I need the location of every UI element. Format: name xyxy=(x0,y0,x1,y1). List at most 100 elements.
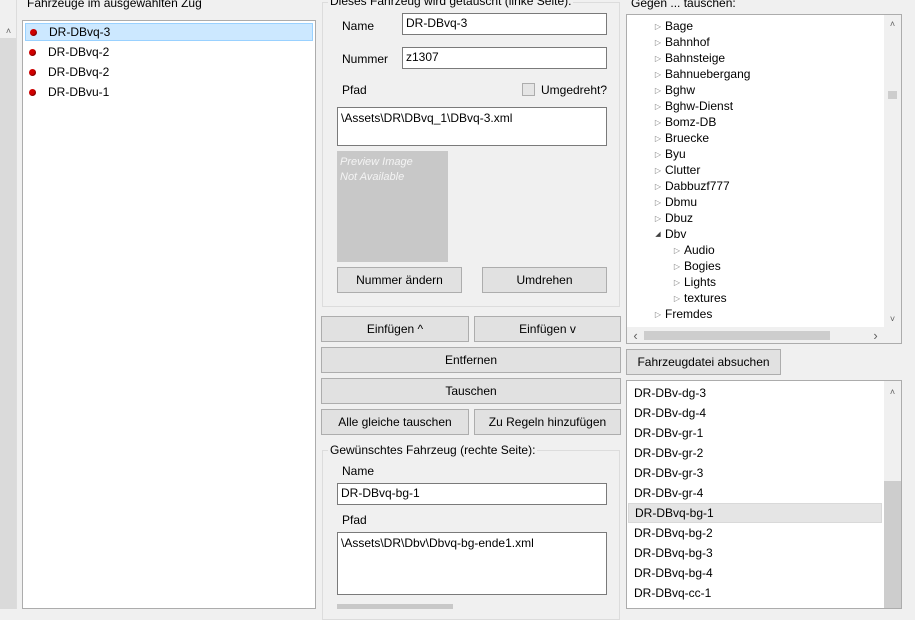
tree-node[interactable]: ▷ Bomz-DB xyxy=(653,114,716,130)
left-edge-scrollbar[interactable]: ˄ xyxy=(0,0,17,609)
tree-node[interactable]: ▷ Clutter xyxy=(653,162,700,178)
search-vehicle-file-button[interactable]: Fahrzeugdatei absuchen xyxy=(626,349,781,375)
status-dot-icon xyxy=(29,88,36,96)
tree-collapsed-icon[interactable]: ▷ xyxy=(672,262,682,271)
tree-node[interactable]: ▷ Dbmu xyxy=(653,194,697,210)
folder-tree[interactable]: ▷ Bage ▷ Bahnhof ▷ Bahnsteige ▷ Bahnuebergang ▷ B… xyxy=(626,14,902,344)
tree-scroll-right-icon[interactable]: › xyxy=(867,327,884,343)
tree-node[interactable]: ▷ textures xyxy=(672,290,727,306)
train-vehicle-item[interactable]: DR-DBvq-2 xyxy=(25,63,313,81)
train-vehicle-item[interactable]: DR-DBvq-3 xyxy=(25,23,313,41)
tree-node-label: Lights xyxy=(684,275,717,289)
file-vscroll-thumb[interactable] xyxy=(884,481,901,608)
swap-all-button[interactable]: Alle gleiche tauschen xyxy=(321,409,469,435)
desired-name-field[interactable]: DR-DBvq-bg-1 xyxy=(337,483,607,505)
tree-node[interactable]: ▷ Bruecke xyxy=(653,130,709,146)
tree-node[interactable]: ▷ Audio xyxy=(672,242,715,258)
train-vehicle-list[interactable]: DR-DBvq-3 DR-DBvq-2 DR-DBvq-2 DR-DBvu-1 xyxy=(22,20,316,609)
tree-node-label: Byu xyxy=(665,147,686,161)
vehicle-file-item[interactable]: DR-DBvq-bg-2 xyxy=(628,523,882,543)
vehicle-file-item[interactable]: DR-DBv-gr-1 xyxy=(628,423,882,443)
vehicle-file-item[interactable]: DR-DBvq-bg-3 xyxy=(628,543,882,563)
vehicle-file-list[interactable]: DR-DBv-dg-3 DR-DBv-dg-4 DR-DBv-gr-1 DR-DBv-… xyxy=(626,380,902,609)
tree-collapsed-icon[interactable]: ▷ xyxy=(653,22,663,31)
vehicle-file-item[interactable]: DR-DBvq-cc-1 xyxy=(628,583,882,603)
tree-scroll-up-icon[interactable]: ˄ xyxy=(884,15,901,32)
desired-path-field[interactable]: \Assets\DR\Dbv\Dbvq-bg-ende1.xml xyxy=(337,532,607,595)
tree-node-label: Bghw-Dienst xyxy=(665,99,734,113)
tree-hscrollbar[interactable]: ‹ › xyxy=(627,327,901,343)
tree-node[interactable]: ▷ Bage xyxy=(653,18,693,34)
tree-vscrollbar[interactable]: ˄ ˅ xyxy=(884,15,901,327)
tree-node[interactable]: ▷ Bahnuebergang xyxy=(653,66,751,82)
number-field[interactable]: z1307 xyxy=(402,47,607,69)
status-dot-icon xyxy=(29,48,36,56)
reversed-checkbox[interactable] xyxy=(522,83,535,96)
insert-up-button[interactable]: Einfügen ^ xyxy=(321,316,469,342)
tree-collapsed-icon[interactable]: ▷ xyxy=(653,134,663,143)
tree-collapsed-icon[interactable]: ▷ xyxy=(672,246,682,255)
tree-node[interactable]: ▷ Fremdes xyxy=(653,306,712,322)
tree-node-label: Audio xyxy=(684,243,715,257)
tree-node[interactable]: ▷ Byu xyxy=(653,146,686,162)
tree-collapsed-icon[interactable]: ▷ xyxy=(653,102,663,111)
tree-collapsed-icon[interactable]: ▷ xyxy=(653,182,663,191)
preview-line-1: Preview Image xyxy=(340,156,413,168)
tree-node-label: Fremdes xyxy=(665,307,713,321)
reverse-button[interactable]: Umdrehen xyxy=(482,267,607,293)
tree-node[interactable]: ▷ Lights xyxy=(672,274,716,290)
insert-down-button[interactable]: Einfügen v xyxy=(474,316,621,342)
tree-node[interactable]: ▷ Bahnhof xyxy=(653,34,710,50)
vehicle-file-item[interactable]: DR-DBv-dg-3 xyxy=(628,383,882,403)
tree-vscroll-thumb[interactable] xyxy=(888,91,897,99)
tree-collapsed-icon[interactable]: ▷ xyxy=(653,70,663,79)
train-vehicle-label: DR-DBvq-3 xyxy=(49,25,111,39)
tree-node[interactable]: ▷ Bogies xyxy=(672,258,721,274)
tree-collapsed-icon[interactable]: ▷ xyxy=(653,214,663,223)
path-label: Pfad xyxy=(342,83,367,97)
tree-collapsed-icon[interactable]: ▷ xyxy=(653,118,663,127)
vehicle-file-item[interactable]: DR-DBv-gr-3 xyxy=(628,463,882,483)
tree-node[interactable]: ▷ Dbuz xyxy=(653,210,693,226)
tree-node[interactable]: ▷ Bghw xyxy=(653,82,695,98)
swap-button[interactable]: Tauschen xyxy=(321,378,621,404)
left-scroll-thumb[interactable] xyxy=(0,38,16,609)
tree-scroll-left-icon[interactable]: ‹ xyxy=(627,327,644,343)
vehicle-file-item[interactable]: DR-DBv-gr-4 xyxy=(628,483,882,503)
tree-collapsed-icon[interactable]: ▷ xyxy=(653,150,663,159)
tree-node[interactable]: ◢ Dbv xyxy=(653,226,686,242)
tree-collapsed-icon[interactable]: ▷ xyxy=(653,38,663,47)
tree-collapsed-icon[interactable]: ▷ xyxy=(653,198,663,207)
train-list-title: Fahrzeuge im ausgewählten Zug xyxy=(27,0,202,10)
path-field[interactable]: \Assets\DR\DBvq_1\DBvq-3.xml xyxy=(337,107,607,146)
tree-collapsed-icon[interactable]: ▷ xyxy=(653,54,663,63)
tree-collapsed-icon[interactable]: ▷ xyxy=(672,294,682,303)
vehicle-file-item[interactable]: DR-DBv-gr-2 xyxy=(628,443,882,463)
tree-node-label: Bogies xyxy=(684,259,721,273)
train-vehicle-label: DR-DBvq-2 xyxy=(48,65,110,79)
file-list-vscrollbar[interactable]: ˄ xyxy=(884,381,901,608)
train-vehicle-item[interactable]: DR-DBvq-2 xyxy=(25,43,313,61)
tree-hscroll-thumb[interactable] xyxy=(644,331,830,340)
tree-node[interactable]: ▷ Bahnsteige xyxy=(653,50,725,66)
tree-collapsed-icon[interactable]: ▷ xyxy=(672,278,682,287)
left-scroll-up-icon[interactable]: ˄ xyxy=(0,22,17,39)
tree-node[interactable]: ▷ Bghw-Dienst xyxy=(653,98,733,114)
tree-collapsed-icon[interactable]: ▷ xyxy=(653,166,663,175)
tree-node[interactable]: ▷ Dabbuzf777 xyxy=(653,178,730,194)
tree-scroll-down-icon[interactable]: ˅ xyxy=(884,310,901,327)
remove-button[interactable]: Entfernen xyxy=(321,347,621,373)
tree-collapsed-icon[interactable]: ▷ xyxy=(653,310,663,319)
name-field[interactable]: DR-DBvq-3 xyxy=(402,13,607,35)
tree-node-label: Bahnsteige xyxy=(665,51,726,65)
change-number-button[interactable]: Nummer ändern xyxy=(337,267,462,293)
add-to-rules-button[interactable]: Zu Regeln hinzufügen xyxy=(474,409,621,435)
tree-collapsed-icon[interactable]: ▷ xyxy=(653,86,663,95)
vehicle-file-item[interactable]: DR-DBvq-bg-1 xyxy=(628,503,882,523)
file-scroll-up-icon[interactable]: ˄ xyxy=(884,383,901,400)
vehicle-file-item[interactable]: DR-DBvq-bg-4 xyxy=(628,563,882,583)
tree-expanded-icon[interactable]: ◢ xyxy=(653,230,663,238)
vehicle-file-item[interactable]: DR-DBv-dg-4 xyxy=(628,403,882,423)
status-dot-icon xyxy=(30,28,37,36)
train-vehicle-item[interactable]: DR-DBvu-1 xyxy=(25,83,313,101)
